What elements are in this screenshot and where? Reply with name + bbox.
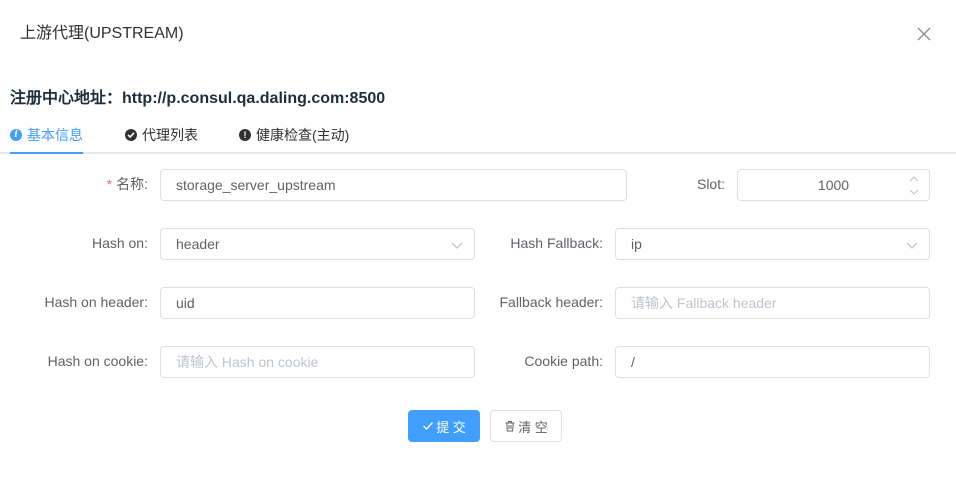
hash-on-select[interactable]: header (160, 228, 475, 260)
info-icon: i (10, 129, 22, 141)
warning-circle-icon: ! (239, 129, 251, 141)
hash-fallback-select[interactable]: ip (615, 228, 930, 260)
tab-health-check[interactable]: ! 健康检查(主动) (239, 118, 349, 152)
registry-address: 注册中心地址：http://p.consul.qa.daling.com:850… (10, 90, 386, 107)
tab-label: 健康检查(主动) (256, 127, 350, 143)
tab-proxy-list[interactable]: 代理列表 (125, 118, 198, 152)
hash-fallback-label: Hash Fallback: (510, 235, 603, 251)
close-icon[interactable] (914, 24, 934, 44)
submit-button[interactable]: 提 交 (408, 410, 480, 442)
name-input[interactable]: storage_server_upstream (160, 169, 627, 201)
slot-label: Slot: (696, 176, 725, 192)
check-circle-icon (125, 129, 137, 141)
delete-icon (505, 421, 515, 432)
fallback-header-placeholder: 请输入 Fallback header (631, 295, 777, 311)
hash-on-header-input[interactable]: uid (160, 287, 475, 319)
slot-value[interactable]: 1000 (738, 170, 929, 200)
chevron-down-icon[interactable] (907, 186, 921, 198)
check-icon (423, 422, 434, 430)
tab-label: 代理列表 (142, 127, 198, 143)
required-marker: * (106, 176, 113, 192)
fallback-header-label: Fallback header: (499, 294, 603, 310)
fallback-header-input[interactable]: 请输入 Fallback header (615, 287, 930, 319)
hash-on-cookie-placeholder: 请输入 Hash on cookie (176, 354, 319, 370)
hash-on-label: Hash on: (91, 235, 148, 251)
tab-label: 基本信息 (27, 127, 83, 143)
cookie-path-label: Cookie path: (524, 353, 603, 369)
dialog-title: 上游代理(UPSTREAM) (20, 25, 184, 42)
name-label: * 名称: (106, 176, 148, 192)
tab-bar: i 基本信息 代理列表 ! 健康检查(主动) (0, 118, 956, 154)
clear-button[interactable]: 清 空 (490, 410, 562, 442)
cookie-path-input[interactable]: / (615, 346, 930, 378)
chevron-down-icon (451, 242, 463, 249)
tab-basic-info[interactable]: i 基本信息 (10, 118, 83, 154)
chevron-up-icon[interactable] (907, 173, 921, 185)
hash-on-cookie-label: Hash on cookie: (47, 353, 148, 369)
slot-stepper[interactable]: 1000 (737, 169, 930, 201)
hash-on-header-label: Hash on header: (44, 294, 148, 310)
chevron-down-icon (906, 242, 918, 249)
hash-on-cookie-input[interactable]: 请输入 Hash on cookie (160, 346, 475, 378)
